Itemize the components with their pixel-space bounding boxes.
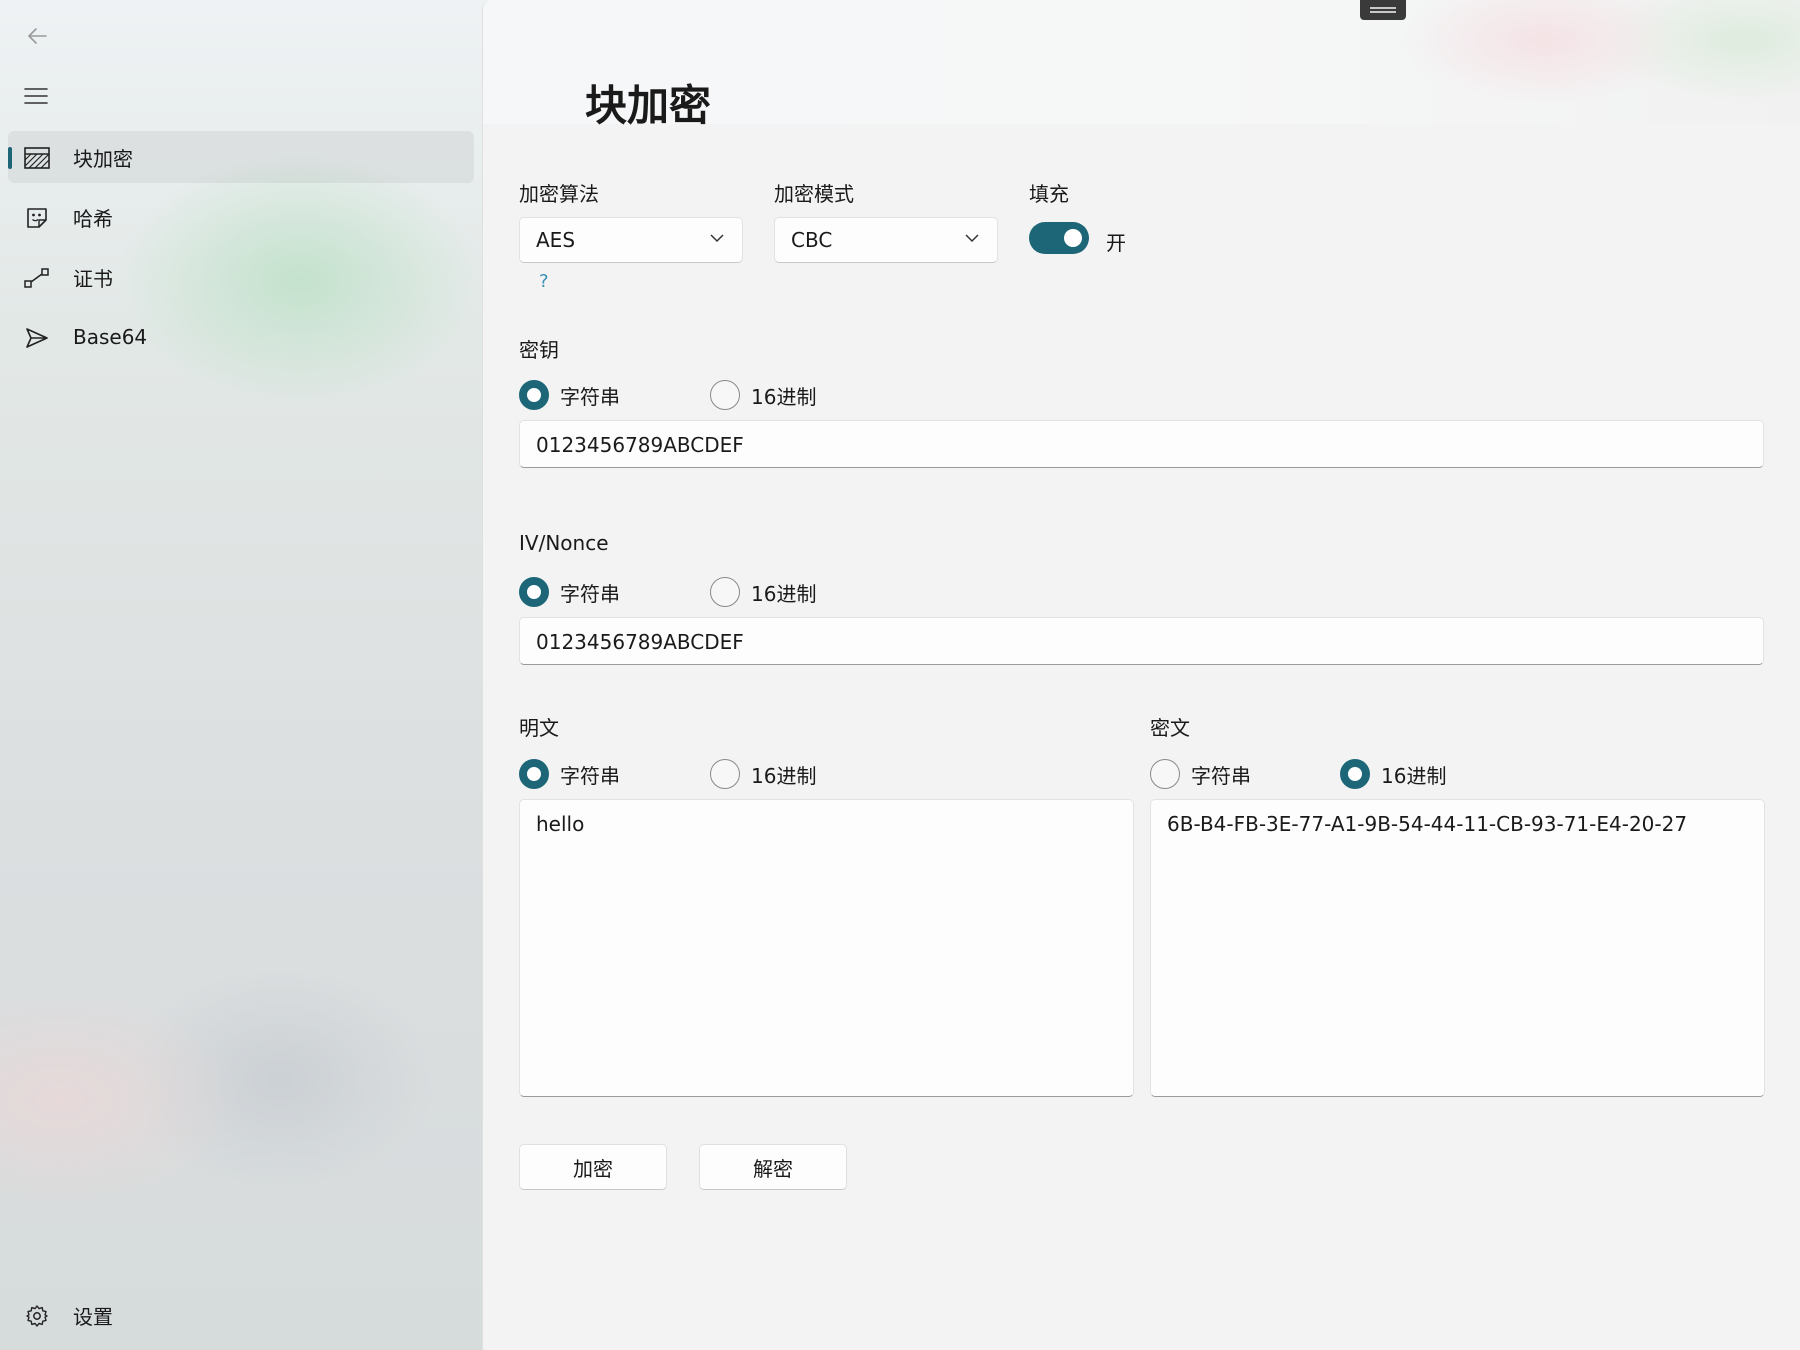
- navigation-pane: 块加密 哈希 证书 Base64 设置: [0, 0, 482, 1350]
- iv-format-hex-radio[interactable]: 16进制: [710, 576, 816, 608]
- page-title: 块加密: [585, 81, 712, 130]
- padding-toggle[interactable]: [1029, 222, 1089, 254]
- radio-label: 16进制: [751, 384, 817, 409]
- ciphertext-format-hex-radio[interactable]: 16进制: [1340, 758, 1446, 790]
- radio-label: 字符串: [560, 763, 620, 788]
- decrypt-button[interactable]: 解密: [699, 1144, 847, 1190]
- radio-dot: [1150, 759, 1180, 789]
- mode-combobox[interactable]: CBC: [774, 217, 998, 263]
- ciphertext-value: 6B-B4-FB-3E-77-A1-9B-54-44-11-CB-93-71-E…: [1167, 812, 1688, 836]
- encrypt-button[interactable]: 加密: [519, 1144, 667, 1190]
- radio-dot: [519, 380, 549, 410]
- radio-dot: [519, 577, 549, 607]
- hash-icon: [24, 205, 50, 231]
- nav-item-label: 设置: [73, 1304, 113, 1329]
- radio-dot: [710, 380, 740, 410]
- radio-label: 16进制: [1381, 763, 1447, 788]
- key-label: 密钥: [519, 338, 559, 362]
- toggle-knob: [1064, 229, 1082, 247]
- radio-dot: [710, 577, 740, 607]
- nav-item-label: 块加密: [73, 146, 133, 171]
- nav-item-hash[interactable]: 哈希: [8, 191, 474, 243]
- mode-value: CBC: [791, 228, 833, 252]
- back-button[interactable]: [18, 18, 56, 54]
- mode-label: 加密模式: [774, 182, 854, 206]
- plaintext-format-hex-radio[interactable]: 16进制: [710, 758, 816, 790]
- radio-label: 字符串: [560, 581, 620, 606]
- radio-dot: [519, 759, 549, 789]
- plaintext-textarea[interactable]: hello: [519, 799, 1134, 1097]
- key-input[interactable]: 0123456789ABCDEF: [519, 420, 1764, 468]
- chevron-down-icon: [965, 234, 979, 243]
- iv-input[interactable]: 0123456789ABCDEF: [519, 617, 1764, 665]
- algorithm-value: AES: [536, 228, 576, 252]
- content-frame: 块加密 加密算法 AES ? 加密模式 CBC 填充 开 密钥 字符串 16进制…: [482, 0, 1800, 1350]
- radio-dot: [1340, 759, 1370, 789]
- nav-item-certificate[interactable]: 证书: [8, 251, 474, 303]
- algorithm-label: 加密算法: [519, 182, 599, 206]
- plaintext-label: 明文: [519, 716, 559, 740]
- gear-icon: [24, 1303, 50, 1329]
- plaintext-value: hello: [536, 812, 585, 836]
- radio-label: 16进制: [751, 763, 817, 788]
- ciphertext-format-string-radio[interactable]: 字符串: [1150, 758, 1251, 790]
- radio-label: 字符串: [560, 384, 620, 409]
- padding-label: 填充: [1029, 182, 1069, 206]
- send-icon: [24, 325, 50, 351]
- radio-dot: [710, 759, 740, 789]
- iv-label: IV/Nonce: [519, 531, 609, 555]
- nav-item-label: 哈希: [73, 206, 113, 231]
- iv-format-string-radio[interactable]: 字符串: [519, 576, 620, 608]
- nav-item-settings[interactable]: 设置: [8, 1289, 474, 1341]
- ciphertext-textarea[interactable]: 6B-B4-FB-3E-77-A1-9B-54-44-11-CB-93-71-E…: [1150, 799, 1765, 1097]
- help-link[interactable]: ?: [539, 271, 549, 292]
- radio-label: 16进制: [751, 581, 817, 606]
- key-format-hex-radio[interactable]: 16进制: [710, 379, 816, 411]
- nav-item-label: Base64: [73, 325, 148, 349]
- algorithm-combobox[interactable]: AES: [519, 217, 743, 263]
- certificate-icon: [24, 265, 50, 291]
- hamburger-menu-icon: [24, 88, 48, 104]
- radio-label: 字符串: [1191, 763, 1251, 788]
- key-value: 0123456789ABCDEF: [536, 433, 744, 457]
- drag-handle[interactable]: [1360, 0, 1406, 20]
- plaintext-format-string-radio[interactable]: 字符串: [519, 758, 620, 790]
- back-arrow-icon: [28, 28, 47, 44]
- chevron-down-icon: [710, 234, 724, 243]
- key-format-string-radio[interactable]: 字符串: [519, 379, 620, 411]
- padding-state-text: 开: [1106, 231, 1126, 255]
- nav-item-label: 证书: [73, 266, 113, 291]
- block-encrypt-icon: [24, 145, 50, 171]
- nav-item-block-encrypt[interactable]: 块加密: [8, 131, 474, 183]
- menu-toggle-button[interactable]: [16, 76, 56, 116]
- ciphertext-label: 密文: [1150, 716, 1190, 740]
- nav-item-base64[interactable]: Base64: [8, 311, 474, 363]
- selection-indicator: [8, 147, 12, 169]
- iv-value: 0123456789ABCDEF: [536, 630, 744, 654]
